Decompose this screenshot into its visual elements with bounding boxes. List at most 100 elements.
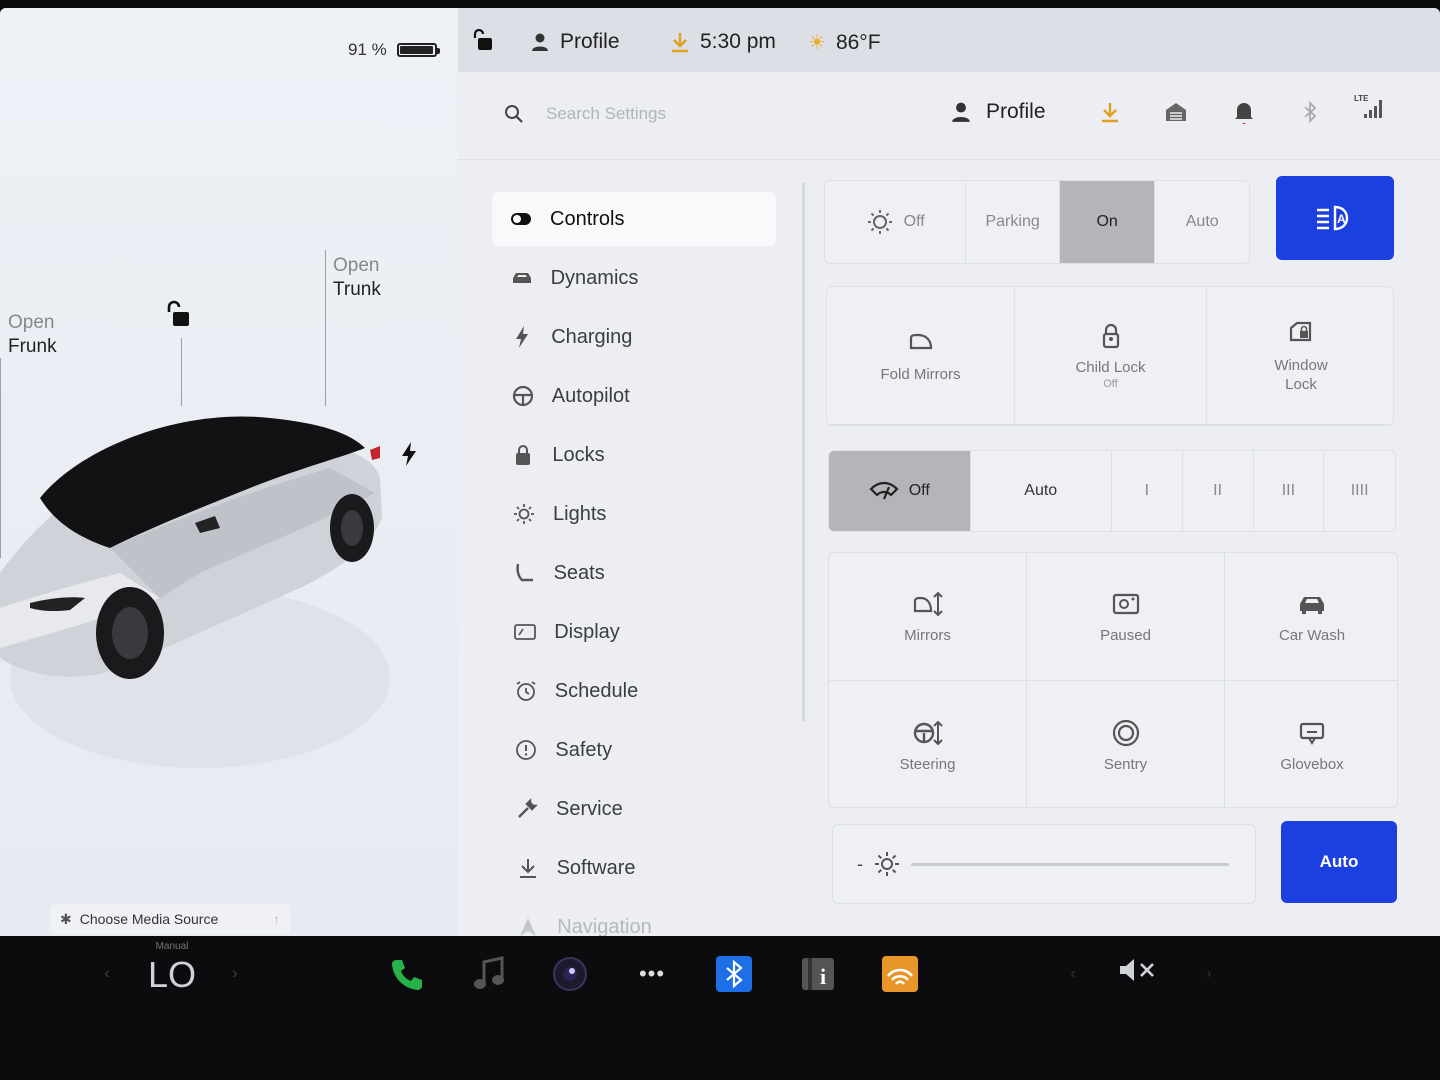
- search-settings-input[interactable]: Search Settings: [504, 104, 666, 124]
- brightness-auto-button[interactable]: Auto: [1281, 821, 1397, 903]
- auto-high-beam-icon: A: [1317, 205, 1349, 231]
- temp-up-chevron-icon[interactable]: ›: [228, 964, 242, 984]
- nav-item-seats[interactable]: Seats: [496, 546, 776, 600]
- car-icon: [511, 267, 533, 289]
- nav-item-label: Charging: [551, 325, 633, 348]
- bluetooth-app-icon[interactable]: [716, 956, 752, 992]
- search-icon: [505, 105, 523, 123]
- lock-icon: [512, 444, 534, 466]
- headlights-auto-option[interactable]: Auto: [1155, 181, 1249, 263]
- mirror-icon: [909, 333, 932, 350]
- toggle-icon: [510, 208, 532, 230]
- headlights-on-option[interactable]: On: [1059, 181, 1156, 263]
- mirrors-adjust-button[interactable]: Mirrors: [829, 553, 1027, 681]
- header-profile-button[interactable]: Profile: [950, 100, 1046, 124]
- svg-text:A: A: [1337, 212, 1346, 226]
- wipers-speed-2-option[interactable]: II: [1183, 451, 1254, 531]
- headlights-selector: Off Parking On Auto: [824, 180, 1250, 264]
- nav-item-label: Seats: [553, 561, 605, 584]
- seat-icon: [514, 562, 536, 584]
- wipers-off-option[interactable]: Off: [829, 451, 971, 531]
- sentry-icon: [1112, 719, 1139, 746]
- bluetooth-icon: ✱: [60, 910, 72, 927]
- nav-item-dynamics[interactable]: Dynamics: [493, 251, 776, 305]
- car-icon: [1300, 597, 1324, 614]
- nav-item-label: Controls: [550, 207, 625, 230]
- download-icon[interactable]: [1098, 100, 1122, 124]
- sun-icon: [875, 852, 899, 876]
- battery-indicator: 91 %: [348, 40, 440, 60]
- car-panel: 91 % Open Frunk Open Trunk ✱ Choose Medi…: [0, 8, 458, 936]
- display-brightness-control: -: [832, 824, 1256, 904]
- battery-icon: [396, 43, 440, 57]
- fold-mirrors-button[interactable]: Fold Mirrors: [827, 287, 1015, 425]
- cabin-temperature[interactable]: LO: [140, 952, 204, 998]
- choose-media-source-button[interactable]: ✱ Choose Media Source ↑: [50, 904, 290, 934]
- nav-item-display[interactable]: Display: [496, 605, 776, 659]
- wiper-icon: [869, 481, 899, 500]
- child-lock-button[interactable]: Child Lock Off: [1015, 287, 1207, 425]
- settings-header: Search Settings Profile LTE: [458, 72, 1440, 160]
- nav-item-schedule[interactable]: Schedule: [497, 664, 776, 718]
- headlights-off-option[interactable]: Off: [825, 181, 967, 263]
- nav-item-navigation[interactable]: Navigation: [499, 900, 776, 936]
- wipers-speed-4-option[interactable]: IIII: [1324, 451, 1395, 531]
- nav-item-label: Dynamics: [550, 266, 639, 289]
- window-lock-icon: [1289, 321, 1312, 341]
- nav-item-locks[interactable]: Locks: [494, 428, 776, 482]
- bluetooth-icon[interactable]: [1298, 100, 1322, 124]
- nav-item-controls[interactable]: Controls: [492, 192, 776, 246]
- brightness-slider[interactable]: [911, 862, 1229, 866]
- car-wash-button[interactable]: Car Wash: [1225, 553, 1397, 681]
- manual-info-icon[interactable]: i: [800, 956, 836, 992]
- volume-up-chevron-icon[interactable]: ›: [1202, 964, 1216, 984]
- headlights-parking-option[interactable]: Parking: [966, 181, 1060, 263]
- alarm-clock-icon: [515, 680, 537, 702]
- unlocked-padlock-icon[interactable]: [165, 300, 191, 328]
- audible-app-icon[interactable]: [882, 956, 918, 992]
- nav-item-software[interactable]: Software: [499, 841, 776, 895]
- open-frunk-button[interactable]: Open Frunk: [8, 311, 57, 359]
- bolt-icon: [511, 326, 533, 348]
- phone-icon[interactable]: [388, 956, 426, 994]
- download-icon[interactable]: [670, 31, 690, 53]
- wipers-auto-option[interactable]: Auto: [971, 451, 1112, 531]
- open-trunk-button[interactable]: Open Trunk: [333, 254, 381, 302]
- nav-item-charging[interactable]: Charging: [493, 310, 776, 364]
- nav-item-label: Display: [554, 620, 620, 643]
- sentry-button[interactable]: Sentry: [1027, 681, 1225, 807]
- battery-percent: 91 %: [348, 40, 387, 59]
- glovebox-button[interactable]: Glovebox: [1225, 681, 1397, 807]
- wipers-speed-1-option[interactable]: I: [1112, 451, 1183, 531]
- wrench-icon: [516, 798, 538, 820]
- lock-leader-line: [181, 338, 182, 406]
- temp-down-chevron-icon[interactable]: ‹: [100, 964, 114, 984]
- volume-muted-icon[interactable]: [1116, 956, 1162, 984]
- nav-item-lights[interactable]: Lights: [495, 487, 776, 541]
- volume-down-chevron-icon[interactable]: ‹: [1066, 964, 1080, 984]
- trunk-leader-line: [325, 250, 326, 406]
- download-icon: [517, 857, 539, 879]
- garage-icon[interactable]: [1164, 100, 1188, 124]
- status-profile-button[interactable]: Profile: [530, 30, 620, 54]
- unlocked-padlock-icon[interactable]: [472, 28, 494, 52]
- nav-item-safety[interactable]: Safety: [497, 723, 776, 777]
- nav-item-autopilot[interactable]: Autopilot: [494, 369, 776, 423]
- auto-high-beam-button[interactable]: A: [1276, 176, 1394, 260]
- glovebox-icon: [1299, 722, 1325, 745]
- sun-icon: [867, 210, 892, 234]
- status-weather: ☀ 86°F: [808, 30, 881, 55]
- music-note-icon[interactable]: [472, 956, 506, 992]
- mirror-lock-tiles: Fold Mirrors Child Lock Off Window Lock: [826, 286, 1394, 426]
- dashcam-button[interactable]: Paused: [1027, 553, 1225, 681]
- nav-item-service[interactable]: Service: [498, 782, 776, 836]
- nav-scrollbar[interactable]: [802, 182, 805, 722]
- controls-grid: Mirrors Paused Car Wash Steering Sentry …: [828, 552, 1398, 808]
- steering-adjust-button[interactable]: Steering: [829, 681, 1027, 807]
- more-apps-icon[interactable]: •••: [636, 958, 668, 990]
- wipers-speed-3-option[interactable]: III: [1254, 451, 1325, 531]
- bell-icon[interactable]: [1232, 100, 1256, 124]
- settings-panel: Search Settings Profile LTE Controls Dyna…: [458, 72, 1440, 936]
- camera-app-icon[interactable]: [552, 956, 588, 992]
- window-lock-button[interactable]: Window Lock: [1207, 287, 1393, 425]
